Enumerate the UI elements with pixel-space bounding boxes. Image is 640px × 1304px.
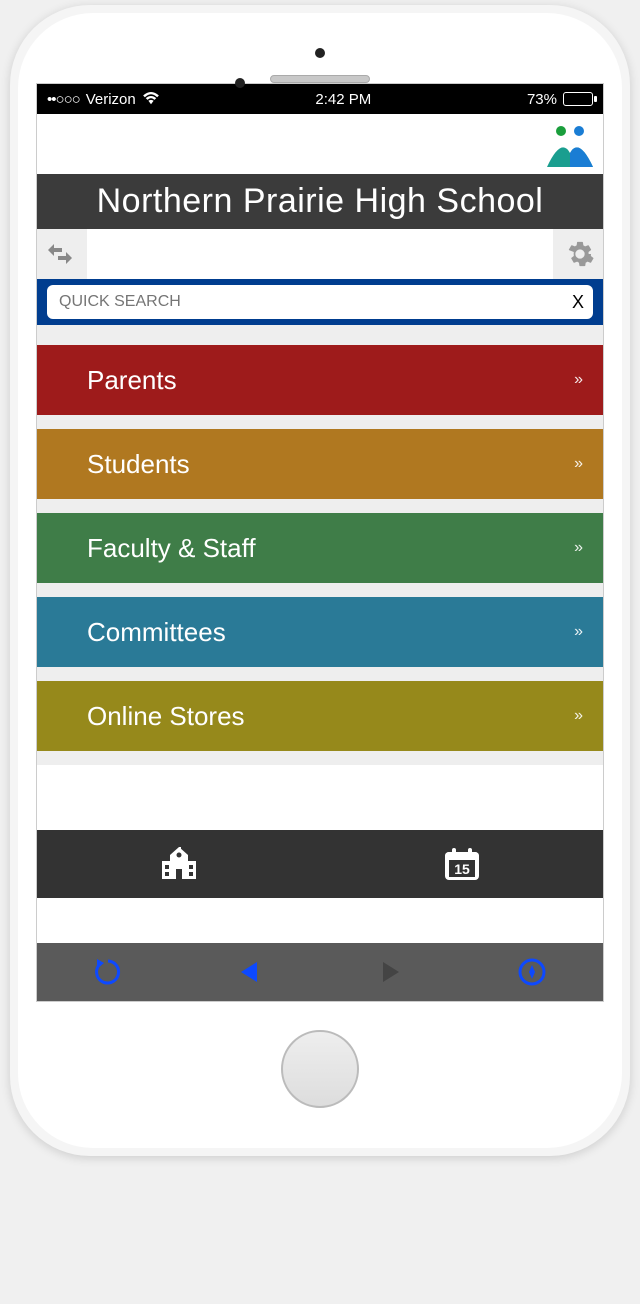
toolbar xyxy=(37,229,603,279)
chevron-right-icon: » xyxy=(574,455,583,473)
tab-home[interactable] xyxy=(37,830,320,898)
toolbar-spacer xyxy=(87,229,553,279)
phone-top-sensor xyxy=(315,48,325,58)
svg-text:15: 15 xyxy=(454,861,470,877)
nav-item-committees[interactable]: Committees » xyxy=(37,597,603,667)
chevron-right-icon: » xyxy=(574,623,583,641)
tab-calendar[interactable]: 15 xyxy=(320,830,603,898)
browser-nav-bar xyxy=(37,943,603,1001)
nav-item-faculty[interactable]: Faculty & Staff » xyxy=(37,513,603,583)
back-button[interactable] xyxy=(229,952,269,992)
search-input[interactable] xyxy=(59,293,551,311)
phone-frame: ••○○○ Verizon 2:42 PM 73% xyxy=(10,5,630,1156)
nav-item-label: Parents xyxy=(87,365,177,396)
phone-speaker xyxy=(270,75,370,83)
blank-space-2 xyxy=(37,898,603,943)
wifi-icon xyxy=(142,92,160,106)
status-bar: ••○○○ Verizon 2:42 PM 73% xyxy=(37,84,603,114)
triangle-right-icon xyxy=(379,960,403,984)
status-time: 2:42 PM xyxy=(315,91,371,108)
nav-list: Parents » Students » Faculty & Staff » C… xyxy=(37,325,603,830)
carrier-label: Verizon xyxy=(86,91,136,108)
page-title: Northern Prairie High School xyxy=(37,174,603,229)
nav-item-parents[interactable]: Parents » xyxy=(37,345,603,415)
search-input-wrap[interactable] xyxy=(47,285,563,319)
screen: ••○○○ Verizon 2:42 PM 73% xyxy=(36,83,604,1002)
chevron-right-icon: » xyxy=(574,707,583,725)
swap-button[interactable] xyxy=(37,231,83,277)
search-clear-button[interactable]: X xyxy=(563,285,593,319)
school-building-icon xyxy=(160,847,198,881)
nav-item-label: Faculty & Staff xyxy=(87,533,256,564)
chevron-right-icon: » xyxy=(574,371,583,389)
phone-bezel: ••○○○ Verizon 2:42 PM 73% xyxy=(18,13,622,1148)
calendar-icon: 15 xyxy=(443,846,481,882)
reload-icon xyxy=(93,957,123,987)
battery-percent: 73% xyxy=(527,91,557,108)
nav-item-stores[interactable]: Online Stores » xyxy=(37,681,603,751)
nav-item-students[interactable]: Students » xyxy=(37,429,603,499)
compass-button[interactable] xyxy=(512,952,552,992)
nav-item-label: Online Stores xyxy=(87,701,245,732)
gear-icon xyxy=(566,240,594,268)
app-logo-icon[interactable] xyxy=(547,121,593,167)
forward-button[interactable] xyxy=(371,952,411,992)
compass-icon xyxy=(517,957,547,987)
nav-item-label: Committees xyxy=(87,617,226,648)
nav-item-label: Students xyxy=(87,449,190,480)
reload-button[interactable] xyxy=(88,952,128,992)
triangle-left-icon xyxy=(237,960,261,984)
search-bar: X xyxy=(37,279,603,325)
app-header xyxy=(37,114,603,174)
settings-button[interactable] xyxy=(557,231,603,277)
swap-arrows-icon xyxy=(48,244,72,264)
signal-dots: ••○○○ xyxy=(47,91,80,108)
chevron-right-icon: » xyxy=(574,539,583,557)
footer-tabs: 15 xyxy=(37,830,603,898)
battery-icon xyxy=(563,92,593,106)
home-button[interactable] xyxy=(281,1030,359,1108)
blank-space xyxy=(37,765,603,830)
